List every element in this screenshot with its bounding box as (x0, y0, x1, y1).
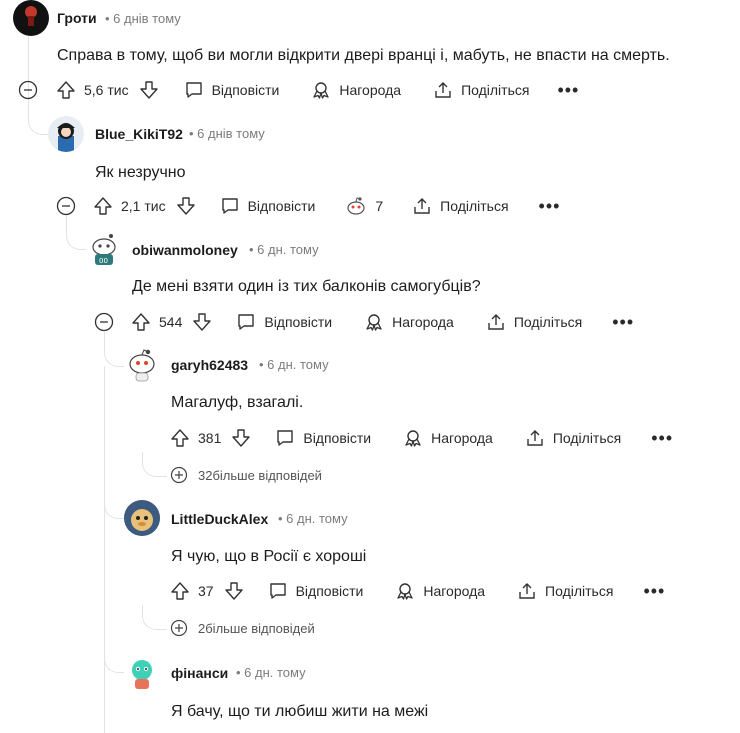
comment-time: • 6 днів тому (105, 11, 181, 26)
share-button[interactable]: Поділіться (440, 198, 508, 214)
award-button[interactable]: Нагорода (339, 82, 401, 98)
upvote-icon[interactable] (56, 80, 76, 100)
comment-actions: 381 Відповісти Нагорода Поділіться ••• (170, 426, 673, 450)
comment-text: Магалуф, взагалі. (171, 394, 304, 411)
comment-text: Як незручно (95, 164, 186, 181)
comment-actions: 544 Відповісти Нагорода Поділіться ••• (94, 310, 634, 334)
comment-actions: 2,1 тис Відповісти 7 Поділіться ••• (56, 194, 560, 218)
more-options-icon[interactable]: ••• (539, 197, 561, 215)
share-icon[interactable] (486, 312, 506, 332)
comment-author[interactable]: obiwanmoloney (132, 242, 238, 258)
share-icon[interactable] (525, 428, 545, 448)
avatar[interactable]: 00 (86, 231, 122, 267)
plus-circle-icon (170, 466, 188, 484)
collapse-icon[interactable] (94, 312, 114, 332)
reply-button[interactable]: Відповісти (296, 583, 364, 599)
thread-elbow-3 (104, 332, 125, 367)
more-replies-link[interactable]: 32більше відповідей (170, 466, 322, 484)
reply-button[interactable]: Відповісти (212, 82, 280, 98)
share-button[interactable]: Поділіться (461, 82, 529, 98)
downvote-icon[interactable] (139, 80, 159, 100)
share-button[interactable]: Поділіться (553, 430, 621, 446)
reply-button[interactable]: Відповісти (303, 430, 371, 446)
upvote-icon[interactable] (170, 581, 190, 601)
thread-elbow-3b (104, 366, 125, 519)
upvote-icon[interactable] (131, 312, 151, 332)
thread-elbow-4 (142, 452, 167, 477)
award-count: 7 (375, 198, 384, 214)
vote-count: 37 (198, 583, 214, 599)
downvote-icon[interactable] (176, 196, 196, 216)
reply-button[interactable]: Відповісти (264, 314, 332, 330)
more-options-icon[interactable]: ••• (557, 81, 579, 99)
upvote-icon[interactable] (93, 196, 113, 216)
share-icon[interactable] (412, 196, 432, 216)
comment-time: • 6 дн. тому (259, 357, 329, 372)
award-icon[interactable] (395, 581, 415, 601)
more-replies-label: 2більше відповідей (198, 620, 315, 636)
reply-button[interactable]: Відповісти (248, 198, 316, 214)
award-button[interactable]: Нагорода (431, 430, 493, 446)
comment-text: Я чую, що в Росії є хороші (171, 548, 367, 565)
vote-count: 5,6 тис (84, 82, 129, 98)
downvote-icon[interactable] (224, 581, 244, 601)
vote-count: 544 (159, 314, 183, 330)
more-options-icon[interactable]: ••• (651, 429, 673, 447)
reply-icon[interactable] (184, 80, 204, 100)
award-icon[interactable] (364, 312, 384, 332)
share-button[interactable]: Поділіться (545, 583, 613, 599)
comment-time: • 6 днів тому (189, 126, 265, 141)
plus-circle-icon (170, 619, 188, 637)
comment-text: Де мені взяти один із тих балконів самог… (132, 278, 481, 295)
award-snoo-icon[interactable] (345, 196, 367, 216)
downvote-icon[interactable] (231, 428, 251, 448)
comment-actions: 5,6 тис Відповісти Нагорода Поділіться •… (18, 78, 579, 102)
avatar[interactable] (124, 654, 160, 690)
comment-author[interactable]: garyh62483 (171, 357, 248, 373)
vote-count: 381 (198, 430, 222, 446)
award-button[interactable]: Нагорода (423, 583, 485, 599)
avatar[interactable] (124, 500, 160, 536)
more-replies-link[interactable]: 2більше відповідей (170, 619, 315, 637)
vote-count: 2,1 тис (121, 198, 166, 214)
more-options-icon[interactable]: ••• (612, 313, 634, 331)
share-icon[interactable] (433, 80, 453, 100)
thread-elbow-1 (28, 100, 49, 135)
award-icon[interactable] (403, 428, 423, 448)
share-button[interactable]: Поділіться (514, 314, 582, 330)
svg-text:00: 00 (99, 257, 108, 265)
comment-time: • 6 дн. тому (236, 665, 306, 680)
comment-author[interactable]: Гроти (57, 10, 97, 26)
reply-icon[interactable] (275, 428, 295, 448)
upvote-icon[interactable] (170, 428, 190, 448)
more-replies-label: 32більше відповідей (198, 467, 322, 483)
comment-actions: 37 Відповісти Нагорода Поділіться ••• (170, 579, 665, 603)
reply-icon[interactable] (236, 312, 256, 332)
comment-author[interactable]: фінанси (171, 665, 228, 681)
avatar[interactable] (13, 0, 49, 36)
avatar[interactable] (124, 346, 160, 382)
thread-elbow-3c (104, 518, 125, 673)
reply-icon[interactable] (268, 581, 288, 601)
comment-text: Справа в тому, щоб ви могли відкрити две… (57, 47, 670, 64)
comment-time: • 6 дн. тому (249, 242, 319, 257)
reply-icon[interactable] (220, 196, 240, 216)
collapse-icon[interactable] (18, 80, 38, 100)
award-icon[interactable] (311, 80, 331, 100)
thread-elbow-2 (66, 215, 87, 250)
comment-author[interactable]: LittleDuckAlex (171, 511, 268, 527)
more-options-icon[interactable]: ••• (643, 582, 665, 600)
downvote-icon[interactable] (192, 312, 212, 332)
collapse-icon[interactable] (56, 196, 76, 216)
thread-elbow-5 (142, 605, 167, 630)
comment-time: • 6 дн. тому (278, 511, 348, 526)
award-button[interactable]: Нагорода (392, 314, 454, 330)
avatar[interactable] (48, 116, 84, 152)
comment-author[interactable]: Blue_KikiT92 (95, 126, 183, 142)
comment-text: Я бачу, що ти любиш жити на межі (171, 703, 429, 720)
share-icon[interactable] (517, 581, 537, 601)
